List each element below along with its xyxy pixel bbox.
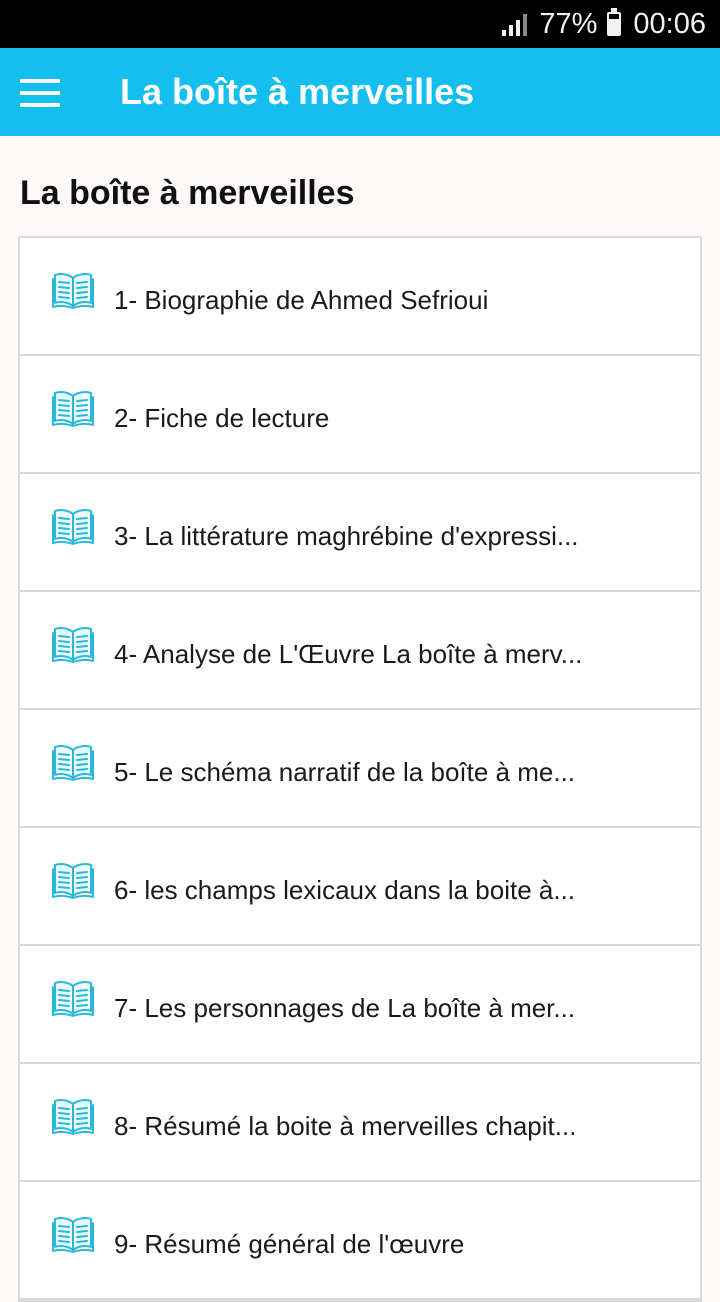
list-item-9[interactable]: 9- Résumé général de l'œuvre bbox=[20, 1182, 700, 1300]
clock: 00:06 bbox=[633, 7, 706, 40]
section-heading: La boîte à merveilles bbox=[20, 174, 355, 212]
status-indicators: 77% 00:06 bbox=[502, 0, 706, 48]
status-bar: 77% 00:06 bbox=[0, 0, 720, 48]
app-bar: La boîte à merveilles bbox=[0, 48, 720, 136]
open-book-icon bbox=[52, 981, 94, 1017]
open-book-icon bbox=[52, 273, 94, 309]
list-item-1[interactable]: 1- Biographie de Ahmed Sefrioui bbox=[20, 238, 700, 356]
list-item-label: 5- Le schéma narratif de la boîte à me..… bbox=[114, 757, 576, 787]
app-title: La boîte à merveilles bbox=[120, 71, 475, 112]
main-content: La boîte à merveilles 1- Biographie de A… bbox=[0, 136, 720, 1302]
chapter-list: 1- Biographie de Ahmed Sefrioui 2- Fiche… bbox=[18, 236, 702, 1302]
battery-percent: 77% bbox=[539, 7, 598, 40]
list-item-5[interactable]: 5- Le schéma narratif de la boîte à me..… bbox=[20, 710, 700, 828]
list-item-4[interactable]: 4- Analyse de L'Œuvre La boîte à merv... bbox=[20, 592, 700, 710]
list-item-label: 8- Résumé la boite à merveilles chapit..… bbox=[114, 1111, 577, 1141]
hamburger-menu-icon[interactable] bbox=[20, 79, 60, 107]
list-item-label: 4- Analyse de L'Œuvre La boîte à merv... bbox=[114, 639, 583, 669]
list-item-label: 7- Les personnages de La boîte à mer... bbox=[114, 993, 576, 1023]
battery-icon bbox=[607, 8, 622, 36]
list-item-7[interactable]: 7- Les personnages de La boîte à mer... bbox=[20, 946, 700, 1064]
open-book-icon bbox=[52, 509, 94, 545]
signal-icon bbox=[502, 12, 528, 36]
open-book-icon bbox=[52, 627, 94, 663]
list-item-label: 2- Fiche de lecture bbox=[114, 403, 330, 433]
list-item-8[interactable]: 8- Résumé la boite à merveilles chapit..… bbox=[20, 1064, 700, 1182]
list-item-3[interactable]: 3- La littérature maghrébine d'expressi.… bbox=[20, 474, 700, 592]
list-item-label: 1- Biographie de Ahmed Sefrioui bbox=[114, 285, 489, 315]
open-book-icon bbox=[52, 1217, 94, 1253]
open-book-icon bbox=[52, 1099, 94, 1135]
open-book-icon bbox=[52, 391, 94, 427]
list-item-label: 6- les champs lexicaux dans la boite à..… bbox=[114, 875, 576, 905]
list-item-2[interactable]: 2- Fiche de lecture bbox=[20, 356, 700, 474]
open-book-icon bbox=[52, 745, 94, 781]
list-item-label: 3- La littérature maghrébine d'expressi.… bbox=[114, 521, 579, 551]
open-book-icon bbox=[52, 863, 94, 899]
list-item-label: 9- Résumé général de l'œuvre bbox=[114, 1229, 465, 1259]
list-item-6[interactable]: 6- les champs lexicaux dans la boite à..… bbox=[20, 828, 700, 946]
